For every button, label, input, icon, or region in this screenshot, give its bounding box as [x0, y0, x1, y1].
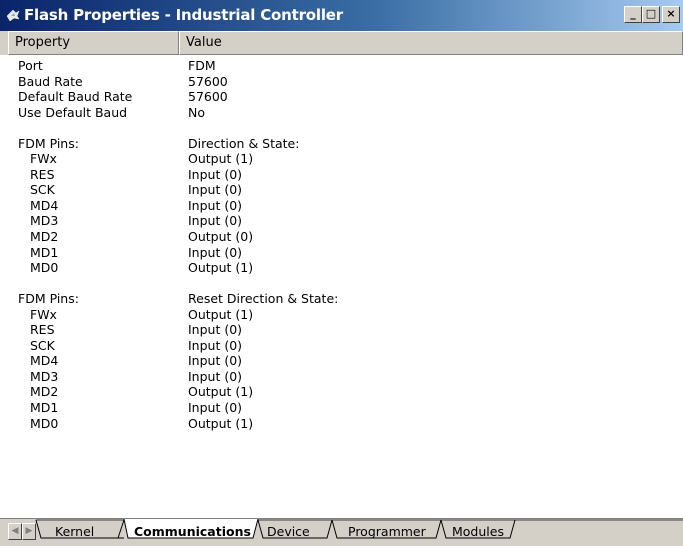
- value-cell: Reset Direction & State:: [188, 291, 339, 307]
- table-row[interactable]: [10, 120, 683, 136]
- property-cell: FWx: [30, 151, 57, 167]
- table-row[interactable]: MD3 Input (0): [10, 369, 683, 385]
- minimize-button[interactable]: _: [624, 6, 642, 23]
- table-row[interactable]: SCK Input (0): [10, 182, 683, 198]
- property-cell: Default Baud Rate: [18, 89, 133, 105]
- table-row[interactable]: FWx Output (1): [10, 151, 683, 167]
- property-cell: FWx: [30, 306, 57, 322]
- value-cell: Output (1): [188, 415, 254, 431]
- property-cell: FDM Pins:: [18, 135, 79, 151]
- table-row[interactable]: Baud Rate 57600: [10, 74, 683, 90]
- value-cell: Input (0): [188, 244, 243, 260]
- list-header: Property Value: [0, 31, 683, 55]
- tab-device[interactable]: Device: [267, 524, 310, 539]
- property-cell: Port: [18, 58, 43, 73]
- table-row[interactable]: MD0 Output (1): [10, 416, 683, 432]
- tab-scroll-right-button[interactable]: ▶: [22, 523, 36, 540]
- tab-outline: [35, 519, 683, 539]
- tab-bar: ◀ ▶ Kernel Communications Device Program…: [0, 518, 683, 546]
- value-cell: 57600: [188, 73, 228, 89]
- table-row[interactable]: FWx Output (1): [10, 307, 683, 323]
- property-cell: MD1: [30, 244, 59, 260]
- property-cell: RES: [30, 322, 55, 338]
- property-cell: MD0: [30, 260, 59, 276]
- table-row[interactable]: Use Default Baud No: [10, 105, 683, 121]
- column-header-value-label: Value: [186, 35, 222, 50]
- table-row[interactable]: MD0 Output (1): [10, 260, 683, 276]
- property-cell: MD2: [30, 384, 59, 400]
- value-cell: Input (0): [188, 166, 243, 182]
- value-cell: Input (0): [188, 182, 243, 198]
- value-cell: Input (0): [188, 368, 243, 384]
- property-cell: RES: [30, 166, 55, 182]
- table-row[interactable]: RES Input (0): [10, 167, 683, 183]
- flash-properties-window: Flash Properties - Industrial Controller…: [0, 0, 683, 546]
- table-row[interactable]: [10, 276, 683, 292]
- close-icon: ×: [666, 7, 676, 20]
- value-cell: Input (0): [188, 197, 243, 213]
- value-cell: Output (1): [188, 384, 254, 400]
- table-row[interactable]: MD1 Input (0): [10, 400, 683, 416]
- property-cell: MD4: [30, 353, 59, 369]
- property-cell: MD0: [30, 415, 59, 431]
- table-row[interactable]: MD2 Output (1): [10, 384, 683, 400]
- table-row[interactable]: MD1 Input (0): [10, 245, 683, 261]
- table-row[interactable]: MD3 Input (0): [10, 213, 683, 229]
- column-header-value[interactable]: Value: [179, 31, 683, 55]
- table-row[interactable]: FDM Pins: Reset Direction & State:: [10, 291, 683, 307]
- table-row[interactable]: MD2 Output (0): [10, 229, 683, 245]
- scroll-left-icon: ◀: [11, 526, 19, 536]
- value-cell: No: [188, 104, 205, 120]
- table-row[interactable]: SCK Input (0): [10, 338, 683, 354]
- tab-kernel[interactable]: Kernel: [55, 524, 94, 539]
- value-cell: Input (0): [188, 322, 243, 338]
- value-cell: Output (1): [188, 260, 254, 276]
- table-row[interactable]: RES Input (0): [10, 322, 683, 338]
- tab-scroll-left-button[interactable]: ◀: [8, 523, 22, 540]
- value-cell: Input (0): [188, 337, 243, 353]
- close-button[interactable]: ×: [662, 6, 680, 23]
- property-cell: Baud Rate: [18, 73, 83, 89]
- minimize-icon: _: [630, 7, 636, 20]
- property-cell: SCK: [30, 337, 55, 353]
- table-row[interactable]: MD4 Input (0): [10, 353, 683, 369]
- property-cell: SCK: [30, 182, 55, 198]
- property-cell: MD2: [30, 229, 59, 245]
- value-cell: Output (1): [188, 306, 254, 322]
- tab-programmer[interactable]: Programmer: [348, 524, 426, 539]
- table-row[interactable]: Default Baud Rate 57600: [10, 89, 683, 105]
- value-cell: 57600: [188, 89, 228, 105]
- value-cell: Input (0): [188, 213, 243, 229]
- property-cell: MD3: [30, 368, 59, 384]
- value-cell: Input (0): [188, 400, 243, 416]
- scroll-right-icon: ▶: [25, 526, 33, 536]
- property-cell: MD4: [30, 197, 59, 213]
- value-cell: Input (0): [188, 353, 243, 369]
- table-row[interactable]: Port FDM: [10, 58, 683, 74]
- table-row[interactable]: MD4 Input (0): [10, 198, 683, 214]
- property-cell: FDM Pins:: [18, 291, 79, 307]
- property-cell: MD1: [30, 400, 59, 416]
- title-bar[interactable]: Flash Properties - Industrial Controller…: [0, 0, 683, 31]
- properties-list[interactable]: Port FDM Baud Rate 57600 Default Baud Rate 57…: [10, 58, 683, 516]
- value-cell: Direction & State:: [188, 135, 300, 151]
- property-cell: Use Default Baud: [18, 104, 128, 120]
- table-row[interactable]: FDM Pins: Direction & State:: [10, 136, 683, 152]
- maximize-button[interactable]: □: [642, 6, 660, 23]
- value-cell: Output (0): [188, 229, 254, 245]
- value-cell: FDM: [188, 58, 216, 73]
- property-cell: MD3: [30, 213, 59, 229]
- column-header-property[interactable]: Property: [8, 31, 179, 55]
- tab-communications[interactable]: Communications: [134, 524, 251, 539]
- tab-modules[interactable]: Modules: [452, 524, 504, 539]
- flash-chip-icon: [6, 9, 20, 22]
- value-cell: Output (1): [188, 151, 254, 167]
- maximize-icon: □: [645, 7, 657, 20]
- column-header-property-label: Property: [15, 35, 71, 50]
- window-title: Flash Properties - Industrial Controller: [24, 6, 343, 24]
